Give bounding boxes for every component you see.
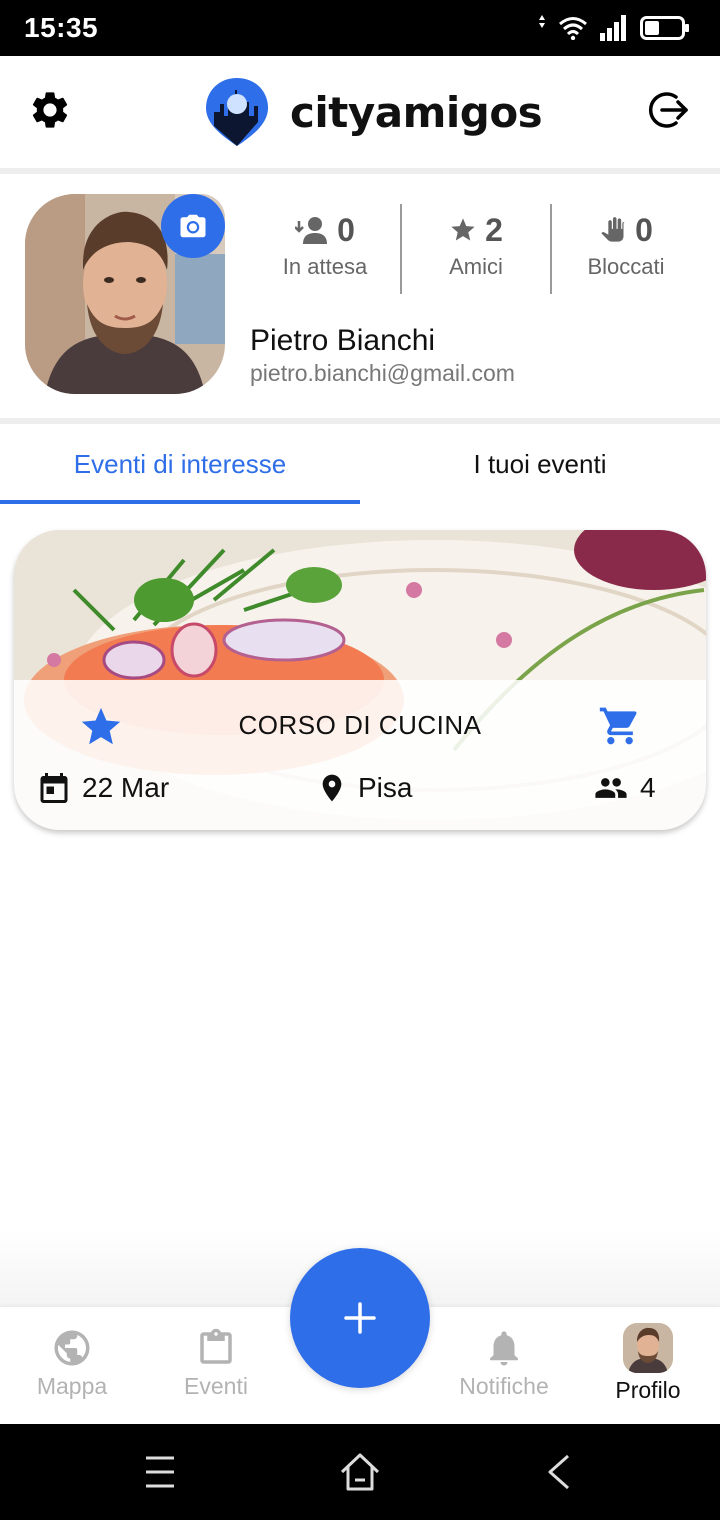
tab-my-events[interactable]: I tuoi eventi: [360, 424, 720, 504]
change-photo-button[interactable]: [161, 194, 225, 258]
user-name: Pietro Bianchi: [250, 324, 436, 357]
signal-icon: [600, 15, 626, 41]
data-arrow-icon: [539, 15, 545, 28]
app-logo: cityamigos: [204, 76, 543, 148]
status-icons: [538, 12, 690, 44]
hand-icon: [601, 217, 625, 242]
logout-icon[interactable]: [646, 88, 690, 132]
stat-friends[interactable]: 2 Amici: [400, 204, 550, 294]
stat-pending[interactable]: 0 In attesa: [250, 204, 400, 294]
stat-blocked[interactable]: 0 Bloccati: [550, 204, 700, 294]
gear-icon[interactable]: [28, 88, 72, 132]
app-name: cityamigos: [290, 87, 543, 137]
star-icon: [451, 218, 475, 241]
globe-icon: [54, 1330, 90, 1366]
system-nav-bar: [0, 1424, 720, 1520]
menu-icon[interactable]: [138, 1450, 182, 1494]
plus-icon: [344, 1302, 376, 1334]
people-icon: [595, 778, 627, 798]
battery-icon: [640, 16, 689, 40]
event-participants: 4: [592, 768, 656, 808]
nav-item-mappa[interactable]: Mappa: [0, 1327, 144, 1400]
home-icon[interactable]: [338, 1450, 382, 1494]
map-pin-logo-icon: [206, 78, 268, 146]
wifi-icon: [559, 17, 587, 40]
nav-item-eventi[interactable]: Eventi: [144, 1327, 288, 1400]
camera-icon: [180, 214, 206, 238]
person-incoming-icon: [295, 217, 328, 244]
events-tabs: Eventi di interesse I tuoi eventi: [0, 424, 720, 504]
clipboard-icon: [200, 1328, 232, 1364]
status-time: 15:35: [24, 12, 99, 43]
calendar-icon: [40, 773, 68, 803]
friend-stats: 0 In attesa 2 Amici 0 Bloccati: [250, 204, 700, 294]
nav-item-profilo[interactable]: Profilo: [576, 1323, 720, 1404]
back-icon[interactable]: [538, 1450, 582, 1494]
event-card[interactable]: CORSO DI CUCINA 22 Mar Pisa 4: [14, 530, 706, 830]
user-email: pietro.bianchi@gmail.com: [250, 360, 515, 386]
nav-item-notifiche[interactable]: Notifiche: [432, 1327, 576, 1400]
event-date: 22 Mar: [36, 768, 169, 808]
location-pin-icon: [322, 774, 342, 802]
status-bar: 15:35: [0, 0, 720, 56]
app-header: cityamigos: [0, 56, 720, 168]
bell-icon: [490, 1331, 518, 1366]
add-event-button[interactable]: [290, 1248, 430, 1388]
profile-section: 0 In attesa 2 Amici 0 Bloccati Pietro Bi…: [0, 174, 720, 418]
tab-interesting-events[interactable]: Eventi di interesse: [0, 424, 360, 504]
event-info: CORSO DI CUCINA 22 Mar Pisa 4: [14, 680, 706, 830]
cart-icon[interactable]: [598, 704, 642, 748]
avatar: [623, 1323, 673, 1373]
event-place: Pisa: [316, 768, 412, 808]
